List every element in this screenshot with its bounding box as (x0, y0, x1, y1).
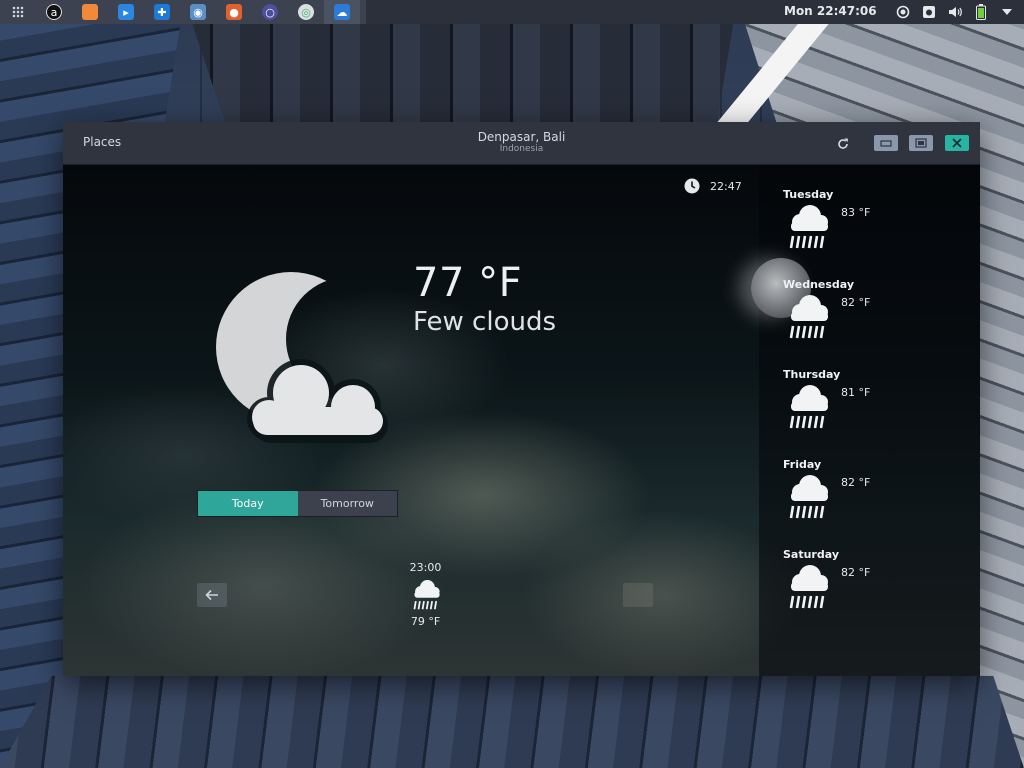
activities-button[interactable] (0, 0, 36, 24)
files-icon (82, 4, 98, 20)
close-button[interactable] (945, 135, 969, 151)
today-button[interactable]: Today (198, 491, 298, 516)
dock-item-files[interactable] (72, 0, 108, 24)
screen-recorder-icon: ▸ (118, 4, 134, 20)
hourly-temp: 79 °F (410, 615, 441, 628)
forecast-day: Tuesday (783, 188, 834, 201)
hourly-time: 23:00 (409, 561, 442, 574)
rain-icon (789, 295, 828, 339)
rain-icon (789, 205, 828, 249)
weather-window: Places Denpasar, Bali Indonesia 22:47 77… (63, 122, 980, 676)
forecast-item: Friday 82 °F (783, 458, 963, 538)
close-icon (952, 138, 962, 148)
forecast-item: Saturday 82 °F (783, 548, 963, 628)
forecast-temp: 81 °F (841, 386, 871, 399)
current-time-text: 22:47 (710, 179, 742, 193)
forecast-temp: 82 °F (841, 296, 871, 309)
maximize-icon (915, 138, 927, 148)
moon-cloud-icon (216, 272, 388, 443)
top-panel: a ▸ ✚ ◉ ● ○ ◎ ☁ Mon 22:47:06 (0, 0, 1024, 24)
minimize-icon (880, 140, 892, 147)
firefox-icon: ● (226, 4, 242, 20)
app-store-icon: ✚ (154, 4, 170, 20)
forecast-sidebar: Tuesday 83 °F Wednesday 82 °F Thursday 8… (751, 165, 980, 676)
screenshot-icon[interactable] (922, 5, 936, 19)
dock-item-amazon[interactable]: a (36, 0, 72, 24)
browser-icon: ○ (262, 4, 278, 20)
arrow-left-icon (205, 589, 218, 601)
camera-icon: ◉ (190, 4, 206, 20)
day-switcher: Today Tomorrow (197, 490, 398, 517)
header-bar: Places Denpasar, Bali Indonesia (63, 122, 980, 165)
menu-arrow-icon[interactable] (1000, 5, 1014, 19)
amazon-icon: a (46, 4, 62, 20)
forecast-day: Saturday (783, 548, 839, 561)
current-temperature: 77 °F (413, 260, 523, 306)
hourly-item: 23:00 79 °F (398, 561, 453, 628)
record-icon[interactable] (896, 5, 910, 19)
dock-item-screen-recorder[interactable]: ▸ (108, 0, 144, 24)
rain-icon (413, 580, 440, 610)
maximize-button[interactable] (909, 135, 933, 151)
weather-content: 22:47 77 °F Few clouds Today Tomorrow 23… (63, 165, 980, 676)
previous-hours-button[interactable] (197, 583, 227, 607)
dock-item-camera[interactable]: ◉ (180, 0, 216, 24)
battery-icon[interactable] (974, 4, 988, 20)
rain-icon (789, 385, 828, 429)
dock-item-browser[interactable]: ○ (252, 0, 288, 24)
forecast-day: Friday (783, 458, 822, 471)
forecast-temp: 83 °F (841, 206, 871, 219)
dock-item-chrome[interactable]: ◎ (288, 0, 324, 24)
dock-item-firefox[interactable]: ● (216, 0, 252, 24)
weather-app-icon: ☁ (334, 4, 350, 20)
forecast-day: Thursday (783, 368, 841, 381)
forecast-item: Thursday 81 °F (783, 368, 963, 448)
forecast-day: Wednesday (783, 278, 855, 291)
dock-item-weather[interactable]: ☁ (324, 0, 360, 24)
next-hours-button[interactable] (623, 583, 653, 607)
clock-icon (684, 178, 700, 194)
current-condition: Few clouds (413, 307, 557, 337)
rain-icon (789, 475, 828, 519)
dock-item-app-store[interactable]: ✚ (144, 0, 180, 24)
panel-clock[interactable]: Mon 22:47:06 (784, 4, 877, 18)
tomorrow-button[interactable]: Tomorrow (297, 491, 397, 516)
forecast-temp: 82 °F (841, 476, 871, 489)
minimize-button[interactable] (874, 135, 898, 151)
volume-icon[interactable] (948, 5, 962, 19)
system-tray (896, 0, 1014, 24)
refresh-button[interactable] (833, 134, 853, 154)
forecast-item: Tuesday 83 °F (783, 188, 963, 268)
activities-grid-icon (12, 6, 24, 18)
chrome-icon: ◎ (298, 4, 314, 20)
refresh-icon (838, 138, 848, 149)
current-time: 22:47 (684, 178, 742, 194)
forecast-temp: 82 °F (841, 566, 871, 579)
rain-icon (789, 565, 828, 609)
forecast-item: Wednesday 82 °F (783, 278, 963, 358)
app-dock: a ▸ ✚ ◉ ● ○ ◎ ☁ (0, 0, 366, 24)
